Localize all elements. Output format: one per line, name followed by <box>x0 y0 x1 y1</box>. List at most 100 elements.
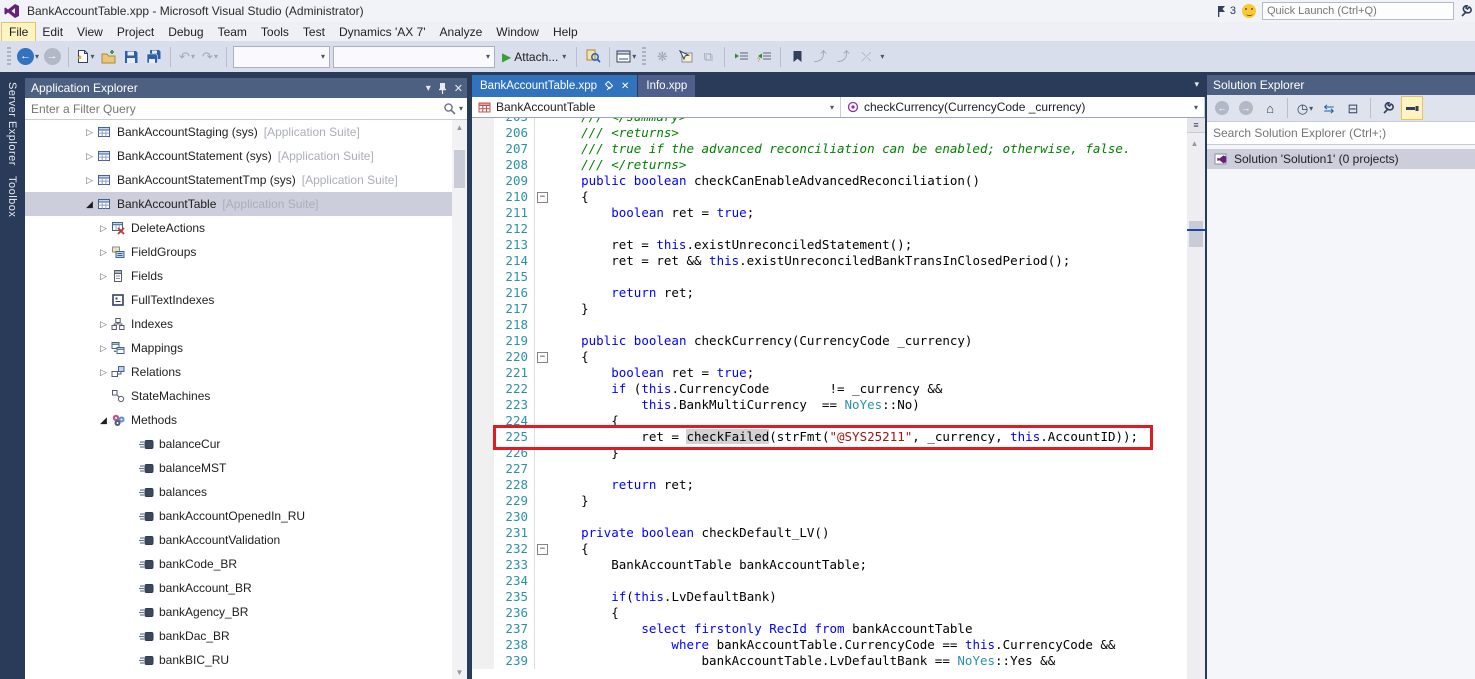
toolbar-grip[interactable] <box>642 47 646 67</box>
expand-arrow[interactable]: ▷ <box>97 319 110 330</box>
code-line[interactable]: 210− { <box>472 189 1205 205</box>
code-text[interactable] <box>551 269 1205 285</box>
code-line[interactable]: 233 BankAccountTable bankAccountTable; <box>472 557 1205 573</box>
navigate-backward-button[interactable]: ←▾ <box>17 46 39 68</box>
search-icon[interactable] <box>443 102 456 115</box>
code-line[interactable]: 225 ret = checkFailed(strFmt("@SYS25211"… <box>472 429 1205 445</box>
tree-item-bankaccountvalidation[interactable]: bankAccountValidation <box>25 528 467 552</box>
code-line[interactable]: 236 { <box>472 605 1205 621</box>
window-position-chevron-icon[interactable]: ▾ <box>426 83 431 94</box>
code-text[interactable] <box>551 221 1205 237</box>
menu-tools[interactable]: Tools <box>254 23 296 41</box>
code-line[interactable]: 216 return ret; <box>472 285 1205 301</box>
tree-item-methods[interactable]: ◢Methods <box>25 408 467 432</box>
code-text[interactable]: boolean ret = true; <box>551 365 1205 381</box>
code-editor[interactable]: 205 /// </summary>206 /// <returns>207 /… <box>472 118 1205 679</box>
next-bookmark-icon[interactable]: ⤴ <box>833 46 853 68</box>
tree-item-indexes[interactable]: ▷Indexes <box>25 312 467 336</box>
code-text[interactable]: private boolean checkDefault_LV() <box>551 525 1205 541</box>
collapse-all-icon[interactable]: ⊟ <box>1343 97 1363 119</box>
toolbar-grip[interactable] <box>7 47 11 67</box>
code-text[interactable]: /// </returns> <box>551 157 1205 173</box>
increase-indent-icon[interactable]: ? <box>754 46 774 68</box>
menu-edit[interactable]: Edit <box>35 23 70 41</box>
editor-scrollbar[interactable]: ≡ ▲ <box>1187 118 1205 679</box>
tree-item-fulltextindexes[interactable]: FullTextIndexes <box>25 288 467 312</box>
code-line[interactable]: 218 <box>472 317 1205 333</box>
code-line[interactable]: 228 return ret; <box>472 477 1205 493</box>
solution-item[interactable]: Solution 'Solution1' (0 projects) <box>1207 149 1475 169</box>
code-text[interactable]: ret = ret && this.existUnreconciledBankT… <box>551 253 1205 269</box>
code-text[interactable] <box>551 317 1205 333</box>
wrench-icon[interactable] <box>1460 5 1473 18</box>
expand-arrow[interactable]: ▷ <box>97 367 110 378</box>
code-text[interactable]: { <box>551 413 1205 429</box>
parameter-info-icon[interactable]: ⧉ <box>698 46 718 68</box>
code-text[interactable]: { <box>551 349 1205 365</box>
tree-item-fields[interactable]: ▷Fields <box>25 264 467 288</box>
tree-item-mappings[interactable]: ▷Mappings <box>25 336 467 360</box>
expand-arrow[interactable]: ▷ <box>97 247 110 258</box>
previous-bookmark-icon[interactable]: ⤴ <box>810 46 830 68</box>
split-window-handle[interactable]: ≡ <box>1187 118 1205 133</box>
code-line[interactable]: 206 /// <returns> <box>472 125 1205 141</box>
tree-item-balancemst[interactable]: balanceMST <box>25 456 467 480</box>
code-text[interactable]: select firstonly RecId from bankAccountT… <box>551 621 1205 637</box>
code-line[interactable]: 212 <box>472 221 1205 237</box>
code-text[interactable]: ret = this.existUnreconciledStatement(); <box>551 237 1205 253</box>
code-line[interactable]: 238 where bankAccountTable.CurrencyCode … <box>472 637 1205 653</box>
collapse-fold-icon[interactable]: − <box>537 192 548 203</box>
expand-arrow[interactable]: ◢ <box>97 415 110 426</box>
code-line[interactable]: 232− { <box>472 541 1205 557</box>
tree-item-bankdac-br[interactable]: bankDac_BR <box>25 624 467 648</box>
code-text[interactable]: boolean ret = true; <box>551 205 1205 221</box>
filter-query-input[interactable] <box>25 102 467 116</box>
navigate-forward-button[interactable]: → <box>42 46 62 68</box>
code-text[interactable] <box>551 573 1205 589</box>
document-list-chevron[interactable]: ▾ <box>1194 79 1199 90</box>
collapse-fold-icon[interactable]: − <box>537 352 548 363</box>
expand-arrow[interactable]: ▷ <box>83 175 96 186</box>
output-window-icon[interactable]: ▾ <box>616 46 636 68</box>
application-explorer-scrollbar[interactable]: ▲ ▼ <box>452 120 467 679</box>
save-button[interactable] <box>121 46 141 68</box>
pin-tab-icon[interactable] <box>605 81 614 92</box>
scrollbar-thumb[interactable] <box>454 150 465 188</box>
scroll-down-arrow[interactable]: ▼ <box>452 665 467 679</box>
undo-button[interactable]: ↶▾ <box>177 46 197 68</box>
code-text[interactable]: } <box>551 301 1205 317</box>
menu-test[interactable]: Test <box>296 23 332 41</box>
tree-item-bankcode-br[interactable]: bankCode_BR <box>25 552 467 576</box>
find-in-files-icon[interactable] <box>583 46 603 68</box>
save-all-button[interactable] <box>144 46 164 68</box>
code-line[interactable]: 222 if (this.CurrencyCode != _currency &… <box>472 381 1205 397</box>
code-text[interactable]: ret = checkFailed(strFmt("@SYS25211", _c… <box>551 429 1205 445</box>
tree-item-balances[interactable]: balances <box>25 480 467 504</box>
code-text[interactable]: this.BankMultiCurrency == NoYes::No) <box>551 397 1205 413</box>
code-text[interactable]: if (this.CurrencyCode != _currency && <box>551 381 1205 397</box>
member-list-icon[interactable] <box>675 46 695 68</box>
code-line[interactable]: 227 <box>472 461 1205 477</box>
tree-item-bankbic-ru[interactable]: bankBIC_RU <box>25 648 467 672</box>
code-text[interactable]: return ret; <box>551 285 1205 301</box>
pin-icon[interactable] <box>438 82 447 94</box>
code-line[interactable]: 230 <box>472 509 1205 525</box>
expand-arrow[interactable]: ▷ <box>83 127 96 138</box>
tree-item-relations[interactable]: ▷Relations <box>25 360 467 384</box>
type-dropdown[interactable]: BankAccountTable ▾ <box>472 97 841 117</box>
code-text[interactable]: BankAccountTable bankAccountTable; <box>551 557 1205 573</box>
code-text[interactable]: where bankAccountTable.CurrencyCode == t… <box>551 637 1205 653</box>
code-line[interactable]: 217 } <box>472 301 1205 317</box>
code-line[interactable]: 220− { <box>472 349 1205 365</box>
tree-item-bankaccountstatementtmp-sys[interactable]: ▷BankAccountStatementTmp (sys)[Applicati… <box>25 168 467 192</box>
notifications-icon[interactable]: 3 <box>1216 5 1236 18</box>
forward-button[interactable]: → <box>1236 97 1256 119</box>
platform-combobox[interactable]: ▾ <box>333 46 495 68</box>
code-text[interactable]: public boolean checkCurrency(CurrencyCod… <box>551 333 1205 349</box>
code-line[interactable]: 209 public boolean checkCanEnableAdvance… <box>472 173 1205 189</box>
quick-launch-input[interactable] <box>1262 2 1454 20</box>
code-line[interactable]: 229 } <box>472 493 1205 509</box>
code-text[interactable] <box>551 509 1205 525</box>
intellisense-icon[interactable]: ❋ <box>652 46 672 68</box>
sidebar-tab-toolbox[interactable]: Toolbox <box>6 176 18 217</box>
